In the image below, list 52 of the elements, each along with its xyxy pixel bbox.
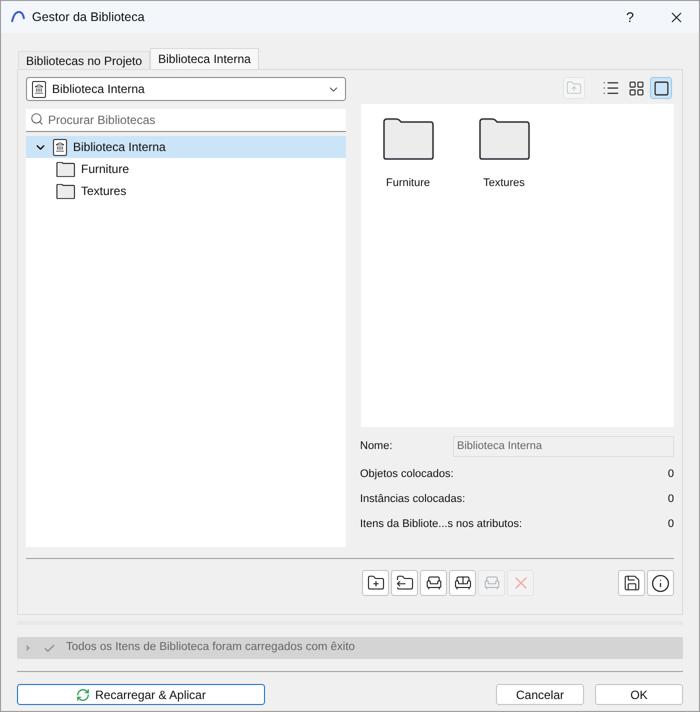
library-file-icon <box>32 80 46 98</box>
reload-apply-button[interactable]: Recarregar & Aplicar <box>17 684 265 705</box>
search-field[interactable]: Procurar Bibliotecas <box>26 109 346 132</box>
toolbar-button[interactable] <box>618 570 645 596</box>
name-field: Biblioteca Interna <box>453 436 674 457</box>
tab[interactable]: Biblioteca Interna <box>150 48 259 69</box>
chair-icon <box>424 574 442 592</box>
info-icon <box>651 574 670 592</box>
view-button[interactable] <box>650 77 672 99</box>
list-view-icon <box>602 79 620 97</box>
app-logo-icon <box>11 11 25 23</box>
folder-label: Textures <box>483 176 525 191</box>
save-icon <box>622 574 640 592</box>
stat-value: 0 <box>668 516 674 532</box>
folder-icon <box>56 184 75 198</box>
folder-icon <box>478 118 530 160</box>
help-button[interactable]: ? <box>607 1 653 33</box>
stat-label: Objetos colocados: <box>360 466 454 482</box>
cancel-button[interactable]: Cancelar <box>496 684 584 705</box>
folder-tile[interactable]: Textures <box>478 118 530 192</box>
stat-value: 0 <box>668 466 674 482</box>
folder-label: Furniture <box>386 176 430 191</box>
toolbar-button[interactable] <box>647 570 674 596</box>
tree-item[interactable]: Furniture <box>26 158 346 180</box>
search-icon <box>30 112 44 126</box>
folder-icon <box>382 118 434 160</box>
add-folder-icon <box>366 574 384 592</box>
stat-value: 0 <box>668 492 674 507</box>
ok-button[interactable]: OK <box>595 684 683 705</box>
folder-icon <box>56 162 75 176</box>
library-file-icon <box>53 138 67 156</box>
stat-label: Itens da Bibliote...s nos atributos: <box>360 516 522 532</box>
tab[interactable]: Bibliotecas no Projeto <box>18 51 150 69</box>
window-title: Gestor da Biblioteca <box>32 8 145 26</box>
tree-item[interactable]: Textures <box>26 180 346 202</box>
tree-item[interactable]: Biblioteca Interna <box>26 136 346 158</box>
toolbar-button[interactable] <box>449 570 476 596</box>
grid-view-icon <box>628 80 644 96</box>
toolbar-button[interactable] <box>391 570 418 596</box>
library-dropdown[interactable]: Biblioteca Interna <box>26 77 346 101</box>
status-message: Todos os Itens de Biblioteca foram carregados com êxito <box>66 640 355 656</box>
check-icon <box>43 642 56 654</box>
single-view-icon <box>652 80 670 96</box>
chair-icon <box>482 574 500 592</box>
refresh-icon <box>76 688 90 702</box>
toolbar-button[interactable] <box>420 570 447 596</box>
folder-tile[interactable]: Furniture <box>382 118 434 192</box>
name-label: Nome: <box>360 439 394 454</box>
sofa-icon <box>454 574 472 592</box>
folder-up-icon <box>566 80 582 96</box>
stat-label: Instâncias colocadas: <box>360 492 466 507</box>
toolbar-button[interactable] <box>362 570 389 596</box>
